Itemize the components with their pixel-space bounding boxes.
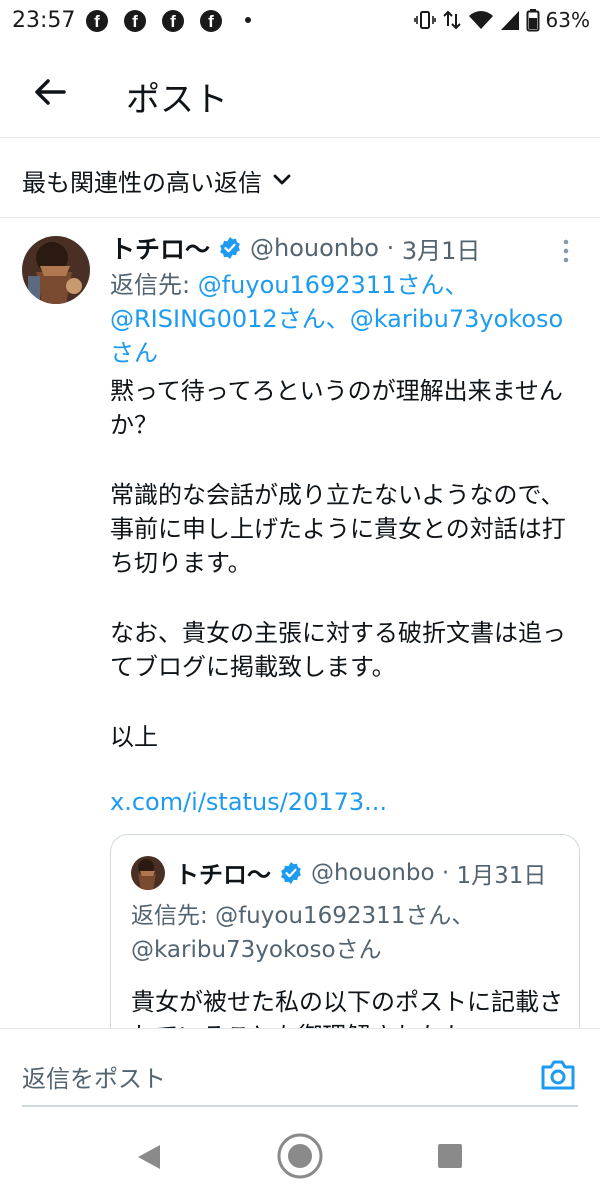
back-arrow-icon[interactable] xyxy=(30,72,70,112)
reply-input[interactable]: 返信をポスト xyxy=(22,1059,166,1094)
more-vertical-icon[interactable] xyxy=(556,238,576,264)
reply-to-prefix: 返信先: xyxy=(110,271,198,299)
quoted-header: トチロ〜 @houonbo · 1月31日 xyxy=(131,855,546,890)
battery-icon xyxy=(526,9,540,32)
more-notifications-dot xyxy=(245,17,251,23)
reply-composer: 返信をポスト xyxy=(0,1028,600,1119)
facebook-icon: f xyxy=(162,10,184,32)
post-paragraph: 以上 xyxy=(110,723,158,751)
mention-link[interactable]: @fuyou1692311さん、 xyxy=(198,271,469,299)
camera-icon[interactable] xyxy=(540,1059,576,1091)
verified-badge-icon xyxy=(281,861,301,884)
quoted-author-name: トチロ〜 xyxy=(175,861,271,889)
nav-recents-icon[interactable] xyxy=(436,1142,464,1170)
mention-link[interactable]: @RISING0012さん、@karibu73yokoso xyxy=(110,305,563,333)
quoted-reply-to: 返信先: @fuyou1692311さん、 @karibu73yokosoさん xyxy=(131,899,571,967)
avatar-image xyxy=(22,236,90,304)
meta-separator: · xyxy=(434,859,457,886)
post-paragraph: 黙って待ってろというのが理解出来ませんか？ xyxy=(110,377,563,439)
reply-to-prefix: 返信先: xyxy=(131,903,216,929)
sort-label: 最も関連性の高い返信 xyxy=(22,168,262,197)
quoted-author-handle: @houonbo xyxy=(311,859,435,886)
facebook-icon: f xyxy=(200,10,222,32)
data-transfer-icon xyxy=(442,10,461,30)
avatar[interactable] xyxy=(22,236,90,304)
mention-link[interactable]: さん xyxy=(110,339,158,367)
mention-text: @karibu73yokosoさん xyxy=(131,937,382,963)
composer-underline xyxy=(22,1105,578,1107)
sort-divider xyxy=(0,217,600,218)
status-time: 23:57 xyxy=(12,8,76,33)
battery-percent: 63% xyxy=(545,8,590,32)
nav-home-icon[interactable] xyxy=(276,1132,324,1180)
top-app-bar: ポスト xyxy=(0,48,600,138)
meta-separator: · xyxy=(378,234,402,262)
post-paragraph: なお、貴女の主張に対する破折文書は追ってブログに掲載致します。 xyxy=(110,619,566,681)
system-nav-bar xyxy=(0,1118,600,1200)
chevron-down-icon xyxy=(273,174,291,185)
post-paragraph: 常識的な会話が成り立たないようなので、事前に申し上げたように貴女との対話は打ち切… xyxy=(110,481,566,577)
mention-text: @fuyou1692311さん、 xyxy=(215,903,475,929)
nav-back-icon[interactable] xyxy=(134,1142,164,1172)
verified-badge-icon xyxy=(220,237,240,259)
status-right: 63% xyxy=(413,8,590,32)
status-link[interactable]: x.com/i/status/20173... xyxy=(110,788,387,816)
quoted-post-date: 1月31日 xyxy=(456,862,547,889)
header-divider xyxy=(0,137,600,138)
signal-icon xyxy=(500,11,519,30)
reply-to: 返信先: @fuyou1692311さん、 @RISING0012さん、@kar… xyxy=(110,268,580,370)
page-title: ポスト xyxy=(126,80,228,120)
author-name[interactable]: トチロ〜 xyxy=(110,230,210,266)
vibrate-icon xyxy=(413,11,436,29)
post-date[interactable]: 3月1日 xyxy=(402,231,481,266)
author-handle[interactable]: @houonbo xyxy=(250,234,379,262)
sort-selector[interactable]: 最も関連性の高い返信 xyxy=(22,160,292,200)
quoted-avatar-image xyxy=(131,855,165,890)
wifi-icon xyxy=(468,11,493,29)
status-bar: 23:57 f f f f 63% xyxy=(0,0,600,44)
facebook-icon: f xyxy=(86,10,108,32)
quoted-avatar xyxy=(131,855,165,890)
reply-header: トチロ〜 @houonbo · 3月1日 xyxy=(110,230,480,266)
facebook-icon: f xyxy=(124,10,146,32)
